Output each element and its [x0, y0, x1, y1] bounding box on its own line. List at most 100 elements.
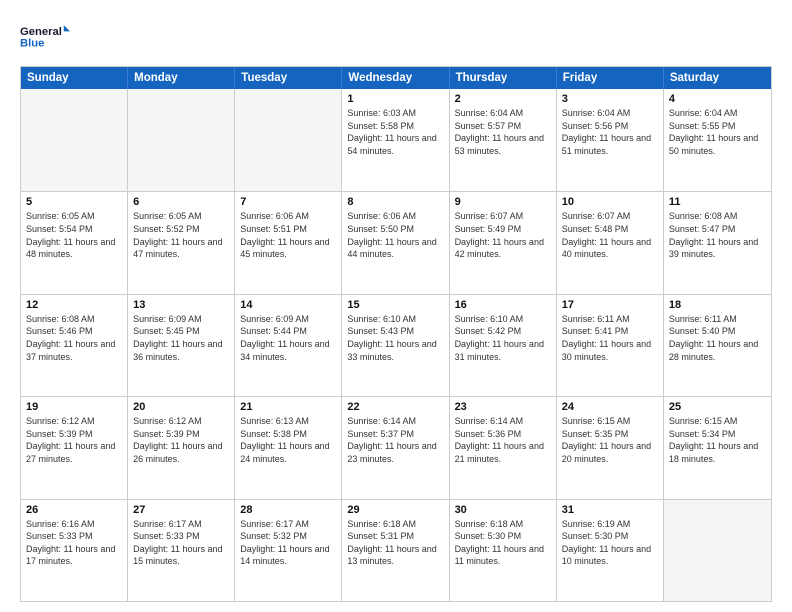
- day-number: 19: [26, 401, 122, 413]
- day-3: 3 Sunrise: 6:04 AMSunset: 5:56 PMDayligh…: [557, 89, 664, 191]
- calendar-row-3: 12 Sunrise: 6:08 AMSunset: 5:46 PMDaylig…: [21, 294, 771, 396]
- sun-info: Sunrise: 6:09 AMSunset: 5:45 PMDaylight:…: [133, 313, 229, 363]
- header-cell-monday: Monday: [128, 67, 235, 89]
- sun-info: Sunrise: 6:07 AMSunset: 5:48 PMDaylight:…: [562, 210, 658, 260]
- sun-info: Sunrise: 6:05 AMSunset: 5:54 PMDaylight:…: [26, 210, 122, 260]
- day-number: 7: [240, 196, 336, 208]
- day-19: 19 Sunrise: 6:12 AMSunset: 5:39 PMDaylig…: [21, 397, 128, 498]
- sun-info: Sunrise: 6:12 AMSunset: 5:39 PMDaylight:…: [133, 415, 229, 465]
- sun-info: Sunrise: 6:06 AMSunset: 5:51 PMDaylight:…: [240, 210, 336, 260]
- sun-info: Sunrise: 6:06 AMSunset: 5:50 PMDaylight:…: [347, 210, 443, 260]
- sun-info: Sunrise: 6:14 AMSunset: 5:36 PMDaylight:…: [455, 415, 551, 465]
- day-29: 29 Sunrise: 6:18 AMSunset: 5:31 PMDaylig…: [342, 500, 449, 601]
- sun-info: Sunrise: 6:07 AMSunset: 5:49 PMDaylight:…: [455, 210, 551, 260]
- empty-cell-0-1: [128, 89, 235, 191]
- header-cell-sunday: Sunday: [21, 67, 128, 89]
- day-number: 25: [669, 401, 766, 413]
- day-16: 16 Sunrise: 6:10 AMSunset: 5:42 PMDaylig…: [450, 295, 557, 396]
- day-number: 21: [240, 401, 336, 413]
- calendar-row-4: 19 Sunrise: 6:12 AMSunset: 5:39 PMDaylig…: [21, 396, 771, 498]
- day-number: 11: [669, 196, 766, 208]
- page-header: General Blue: [20, 18, 772, 56]
- day-15: 15 Sunrise: 6:10 AMSunset: 5:43 PMDaylig…: [342, 295, 449, 396]
- day-20: 20 Sunrise: 6:12 AMSunset: 5:39 PMDaylig…: [128, 397, 235, 498]
- day-number: 3: [562, 93, 658, 105]
- day-number: 2: [455, 93, 551, 105]
- empty-cell-0-0: [21, 89, 128, 191]
- day-number: 22: [347, 401, 443, 413]
- day-number: 31: [562, 504, 658, 516]
- calendar-grid: SundayMondayTuesdayWednesdayThursdayFrid…: [20, 66, 772, 602]
- calendar-row-5: 26 Sunrise: 6:16 AMSunset: 5:33 PMDaylig…: [21, 499, 771, 601]
- day-22: 22 Sunrise: 6:14 AMSunset: 5:37 PMDaylig…: [342, 397, 449, 498]
- day-14: 14 Sunrise: 6:09 AMSunset: 5:44 PMDaylig…: [235, 295, 342, 396]
- day-4: 4 Sunrise: 6:04 AMSunset: 5:55 PMDayligh…: [664, 89, 771, 191]
- day-number: 4: [669, 93, 766, 105]
- day-number: 9: [455, 196, 551, 208]
- calendar-row-2: 5 Sunrise: 6:05 AMSunset: 5:54 PMDayligh…: [21, 191, 771, 293]
- svg-text:Blue: Blue: [20, 37, 44, 49]
- calendar-row-1: 1 Sunrise: 6:03 AMSunset: 5:58 PMDayligh…: [21, 89, 771, 191]
- day-number: 8: [347, 196, 443, 208]
- sun-info: Sunrise: 6:14 AMSunset: 5:37 PMDaylight:…: [347, 415, 443, 465]
- sun-info: Sunrise: 6:04 AMSunset: 5:56 PMDaylight:…: [562, 107, 658, 157]
- day-21: 21 Sunrise: 6:13 AMSunset: 5:38 PMDaylig…: [235, 397, 342, 498]
- day-23: 23 Sunrise: 6:14 AMSunset: 5:36 PMDaylig…: [450, 397, 557, 498]
- day-number: 12: [26, 299, 122, 311]
- day-number: 28: [240, 504, 336, 516]
- day-31: 31 Sunrise: 6:19 AMSunset: 5:30 PMDaylig…: [557, 500, 664, 601]
- day-number: 26: [26, 504, 122, 516]
- day-6: 6 Sunrise: 6:05 AMSunset: 5:52 PMDayligh…: [128, 192, 235, 293]
- calendar-page: General Blue SundayMondayTuesdayWednesda…: [0, 0, 792, 612]
- day-18: 18 Sunrise: 6:11 AMSunset: 5:40 PMDaylig…: [664, 295, 771, 396]
- day-number: 17: [562, 299, 658, 311]
- day-1: 1 Sunrise: 6:03 AMSunset: 5:58 PMDayligh…: [342, 89, 449, 191]
- day-number: 15: [347, 299, 443, 311]
- day-26: 26 Sunrise: 6:16 AMSunset: 5:33 PMDaylig…: [21, 500, 128, 601]
- day-28: 28 Sunrise: 6:17 AMSunset: 5:32 PMDaylig…: [235, 500, 342, 601]
- sun-info: Sunrise: 6:08 AMSunset: 5:46 PMDaylight:…: [26, 313, 122, 363]
- sun-info: Sunrise: 6:10 AMSunset: 5:42 PMDaylight:…: [455, 313, 551, 363]
- day-24: 24 Sunrise: 6:15 AMSunset: 5:35 PMDaylig…: [557, 397, 664, 498]
- day-number: 24: [562, 401, 658, 413]
- day-5: 5 Sunrise: 6:05 AMSunset: 5:54 PMDayligh…: [21, 192, 128, 293]
- sun-info: Sunrise: 6:09 AMSunset: 5:44 PMDaylight:…: [240, 313, 336, 363]
- day-12: 12 Sunrise: 6:08 AMSunset: 5:46 PMDaylig…: [21, 295, 128, 396]
- empty-cell-4-6: [664, 500, 771, 601]
- day-17: 17 Sunrise: 6:11 AMSunset: 5:41 PMDaylig…: [557, 295, 664, 396]
- sun-info: Sunrise: 6:05 AMSunset: 5:52 PMDaylight:…: [133, 210, 229, 260]
- header-cell-wednesday: Wednesday: [342, 67, 449, 89]
- logo-icon: General Blue: [20, 18, 70, 56]
- sun-info: Sunrise: 6:18 AMSunset: 5:31 PMDaylight:…: [347, 518, 443, 568]
- sun-info: Sunrise: 6:11 AMSunset: 5:41 PMDaylight:…: [562, 313, 658, 363]
- day-number: 6: [133, 196, 229, 208]
- sun-info: Sunrise: 6:13 AMSunset: 5:38 PMDaylight:…: [240, 415, 336, 465]
- day-30: 30 Sunrise: 6:18 AMSunset: 5:30 PMDaylig…: [450, 500, 557, 601]
- sun-info: Sunrise: 6:04 AMSunset: 5:57 PMDaylight:…: [455, 107, 551, 157]
- day-2: 2 Sunrise: 6:04 AMSunset: 5:57 PMDayligh…: [450, 89, 557, 191]
- sun-info: Sunrise: 6:15 AMSunset: 5:34 PMDaylight:…: [669, 415, 766, 465]
- day-number: 5: [26, 196, 122, 208]
- sun-info: Sunrise: 6:10 AMSunset: 5:43 PMDaylight:…: [347, 313, 443, 363]
- sun-info: Sunrise: 6:16 AMSunset: 5:33 PMDaylight:…: [26, 518, 122, 568]
- day-13: 13 Sunrise: 6:09 AMSunset: 5:45 PMDaylig…: [128, 295, 235, 396]
- logo: General Blue: [20, 18, 70, 56]
- day-number: 30: [455, 504, 551, 516]
- calendar-body: 1 Sunrise: 6:03 AMSunset: 5:58 PMDayligh…: [21, 89, 771, 601]
- day-number: 10: [562, 196, 658, 208]
- empty-cell-0-2: [235, 89, 342, 191]
- header-cell-friday: Friday: [557, 67, 664, 89]
- sun-info: Sunrise: 6:18 AMSunset: 5:30 PMDaylight:…: [455, 518, 551, 568]
- day-25: 25 Sunrise: 6:15 AMSunset: 5:34 PMDaylig…: [664, 397, 771, 498]
- sun-info: Sunrise: 6:04 AMSunset: 5:55 PMDaylight:…: [669, 107, 766, 157]
- sun-info: Sunrise: 6:11 AMSunset: 5:40 PMDaylight:…: [669, 313, 766, 363]
- day-8: 8 Sunrise: 6:06 AMSunset: 5:50 PMDayligh…: [342, 192, 449, 293]
- day-number: 18: [669, 299, 766, 311]
- day-number: 27: [133, 504, 229, 516]
- day-number: 20: [133, 401, 229, 413]
- day-number: 23: [455, 401, 551, 413]
- sun-info: Sunrise: 6:19 AMSunset: 5:30 PMDaylight:…: [562, 518, 658, 568]
- header-cell-saturday: Saturday: [664, 67, 771, 89]
- svg-text:General: General: [20, 26, 62, 38]
- day-9: 9 Sunrise: 6:07 AMSunset: 5:49 PMDayligh…: [450, 192, 557, 293]
